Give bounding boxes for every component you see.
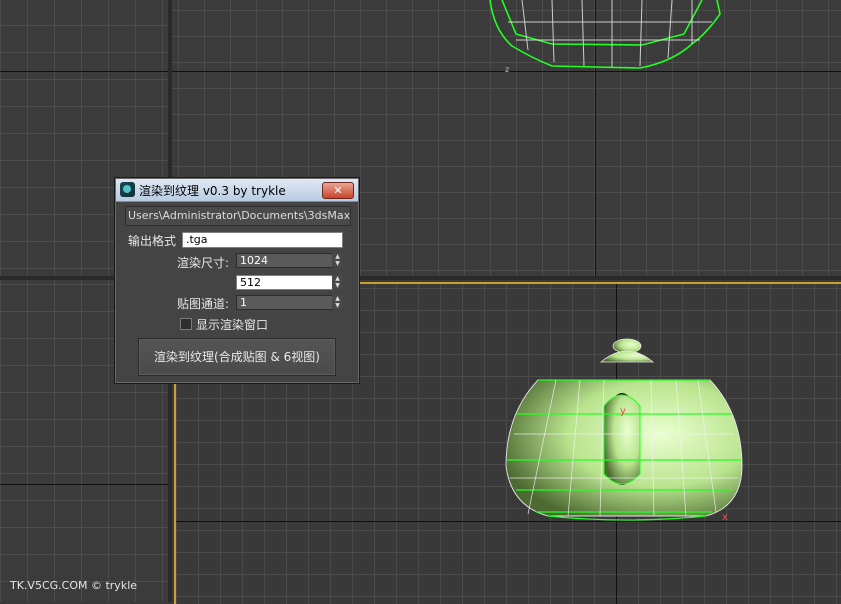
render-height-value[interactable]: 512 (236, 275, 333, 290)
output-format-label: 输出格式 (128, 234, 177, 248)
close-icon: ✕ (333, 184, 343, 197)
render-width-value[interactable]: 1024 (236, 253, 333, 268)
show-render-window-checkbox[interactable] (180, 318, 192, 330)
close-button[interactable]: ✕ (322, 182, 354, 199)
axis-x-label: x (722, 512, 728, 523)
dialog-title: 渲染到纹理 v0.3 by trykle (139, 184, 286, 198)
axis-y-label: y (620, 406, 626, 417)
watermark-text: TK.V5CG.COM © trykle (10, 579, 138, 592)
render-to-texture-button[interactable]: 渲染到纹理(合成贴图 & 6视图) (138, 338, 336, 376)
map-channel-label: 贴图通道: (177, 297, 230, 311)
spinner-arrows-icon[interactable]: ▲ ▼ (332, 253, 343, 268)
show-render-window-label: 显示渲染窗口 (196, 318, 269, 332)
spinner-arrows-icon[interactable]: ▲ ▼ (332, 295, 343, 310)
dialog-titlebar[interactable]: 渲染到纹理 v0.3 by trykle ✕ (116, 179, 358, 202)
axis-z-label: z (505, 65, 509, 74)
map-channel-value[interactable]: 1 (236, 295, 333, 310)
3dsmax-app-icon (120, 182, 135, 197)
render-size-label: 渲染尺寸: (177, 256, 230, 270)
grid-axis-horizontal (0, 484, 168, 485)
render-to-texture-dialog: 渲染到纹理 v0.3 by trykle ✕ Users\Administrat… (114, 177, 360, 384)
output-path-field[interactable]: Users\Administrator\Documents\3dsMax\sce… (125, 206, 351, 226)
grid-axis-horizontal (0, 71, 168, 72)
spinner-arrows-icon[interactable]: ▲ ▼ (332, 275, 343, 290)
output-format-input[interactable]: .tga (182, 232, 343, 248)
